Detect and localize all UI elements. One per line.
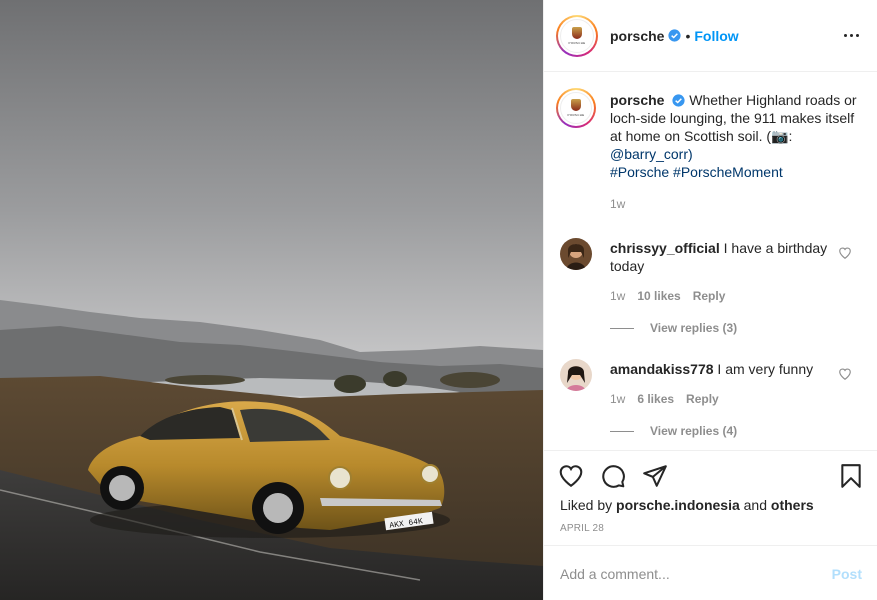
comment-meta: 1w 10 likes Reply xyxy=(610,289,725,303)
reply-button[interactable]: Reply xyxy=(686,392,719,406)
replies-divider xyxy=(610,327,634,329)
liked-by-user-link[interactable]: porsche.indonesia xyxy=(616,497,740,513)
porsche-crest-icon: PORSCHE xyxy=(560,18,594,53)
post-header: PORSCHE porsche • Follow xyxy=(544,0,877,72)
caption-hashtags-link[interactable]: #Porsche #PorscheMoment xyxy=(610,164,783,180)
caption-body: porsche Whether Highland roads or loch-s… xyxy=(610,91,860,213)
comment-likes-count[interactable]: 10 likes xyxy=(637,289,680,303)
reply-button[interactable]: Reply xyxy=(693,289,726,303)
caption-timestamp[interactable]: 1w xyxy=(610,195,860,213)
avatar-logo-text: PORSCHE xyxy=(567,113,585,117)
share-paper-plane-icon[interactable] xyxy=(642,463,668,489)
comment-input[interactable] xyxy=(560,564,810,584)
caption-mention-link[interactable]: @barry_corr) xyxy=(610,146,693,162)
comment-timestamp[interactable]: 1w xyxy=(610,289,625,303)
commenter-avatar[interactable] xyxy=(560,238,592,270)
view-replies-label: View replies (3) xyxy=(650,321,738,335)
comment-timestamp[interactable]: 1w xyxy=(610,392,625,406)
liked-by-others-link[interactable]: others xyxy=(771,497,814,513)
user-photo-icon xyxy=(560,359,592,391)
instagram-post: AKX 64K PORSCHE porsche • Follow PORSCHE… xyxy=(0,0,877,600)
header-separator: • xyxy=(685,27,691,44)
user-photo-icon xyxy=(560,238,592,270)
commenter-avatar[interactable] xyxy=(560,359,592,391)
post-photo[interactable]: AKX 64K xyxy=(0,0,543,600)
comment-likes-count[interactable]: 6 likes xyxy=(637,392,674,406)
caption-username[interactable]: porsche xyxy=(610,92,664,108)
post-date[interactable]: APRIL 28 xyxy=(560,523,604,534)
liked-by-and: and xyxy=(743,497,767,513)
commenter-username[interactable]: amandakiss778 xyxy=(610,361,714,377)
verified-badge-icon xyxy=(668,29,682,42)
liked-by-summary: Liked by porsche.indonesia and others xyxy=(560,497,814,513)
commenter-username[interactable]: chrissyy_official xyxy=(610,240,720,256)
avatar-logo-text: PORSCHE xyxy=(568,40,586,45)
verified-badge-icon xyxy=(672,94,685,107)
view-replies-button[interactable]: View replies (4) xyxy=(610,424,737,438)
comment-body: chrissyy_official I have a birthday toda… xyxy=(610,239,832,275)
comment-body: amandakiss778 I am very funny xyxy=(610,360,832,378)
comment-composer: Post xyxy=(544,545,877,600)
more-options-icon[interactable] xyxy=(842,27,862,43)
view-replies-label: View replies (4) xyxy=(650,424,738,438)
author-username[interactable]: porsche xyxy=(610,28,664,44)
save-bookmark-icon[interactable] xyxy=(838,463,864,489)
caption-avatar[interactable]: PORSCHE xyxy=(556,88,596,128)
like-comment-heart-icon[interactable] xyxy=(838,246,852,260)
comment-bubble-icon[interactable] xyxy=(600,463,626,489)
comment-meta: 1w 6 likes Reply xyxy=(610,392,719,406)
porsche-crest-icon: PORSCHE xyxy=(560,92,592,124)
post-comment-button[interactable]: Post xyxy=(832,566,862,582)
author-avatar[interactable]: PORSCHE xyxy=(556,14,598,57)
comments-section[interactable]: PORSCHE porsche Whether Highland roads o… xyxy=(544,72,877,450)
like-comment-heart-icon[interactable] xyxy=(838,367,852,381)
post-actions: Liked by porsche.indonesia and others AP… xyxy=(544,450,877,545)
view-replies-button[interactable]: View replies (3) xyxy=(610,321,737,335)
liked-by-prefix: Liked by xyxy=(560,497,613,513)
post-caption: PORSCHE porsche Whether Highland roads o… xyxy=(556,88,866,211)
replies-divider xyxy=(610,430,634,432)
like-heart-icon[interactable] xyxy=(558,463,584,489)
follow-button[interactable]: Follow xyxy=(694,28,738,44)
post-details-panel: PORSCHE porsche • Follow PORSCHE porsche… xyxy=(543,0,877,600)
comment-text: I am very funny xyxy=(717,361,814,377)
porsche-911-photo: AKX 64K xyxy=(0,0,543,600)
